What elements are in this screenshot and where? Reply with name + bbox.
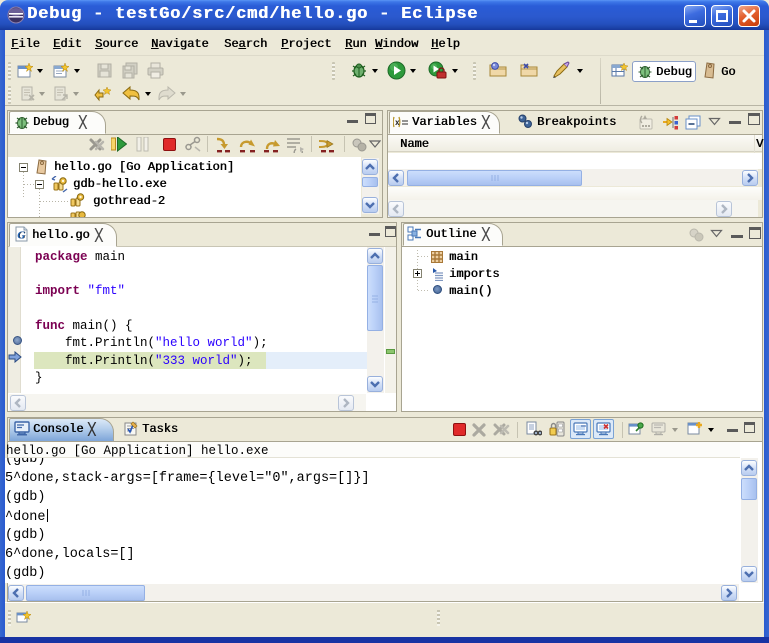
svg-text:G: G [17, 230, 25, 242]
svg-text:x: x [395, 118, 399, 127]
